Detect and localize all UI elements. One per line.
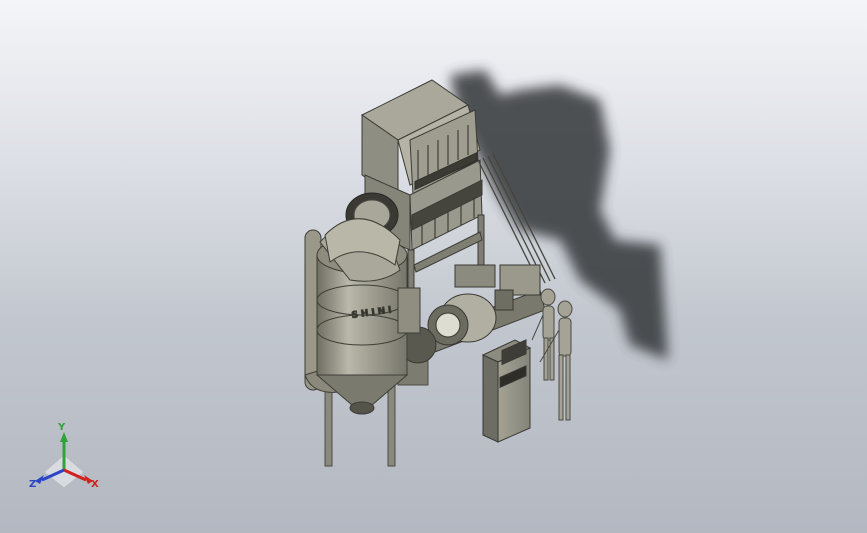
- axis-x-label: X: [91, 479, 99, 490]
- model-canvas[interactable]: SHINI Y X Z: [0, 0, 867, 533]
- coordinate-triad: Y X Z: [29, 422, 99, 490]
- cad-3d-viewport[interactable]: SHINI Y X Z: [0, 0, 867, 533]
- control-cabinet: [481, 339, 532, 443]
- axis-z-label: Z: [29, 479, 36, 490]
- axis-y-label: Y: [57, 422, 66, 433]
